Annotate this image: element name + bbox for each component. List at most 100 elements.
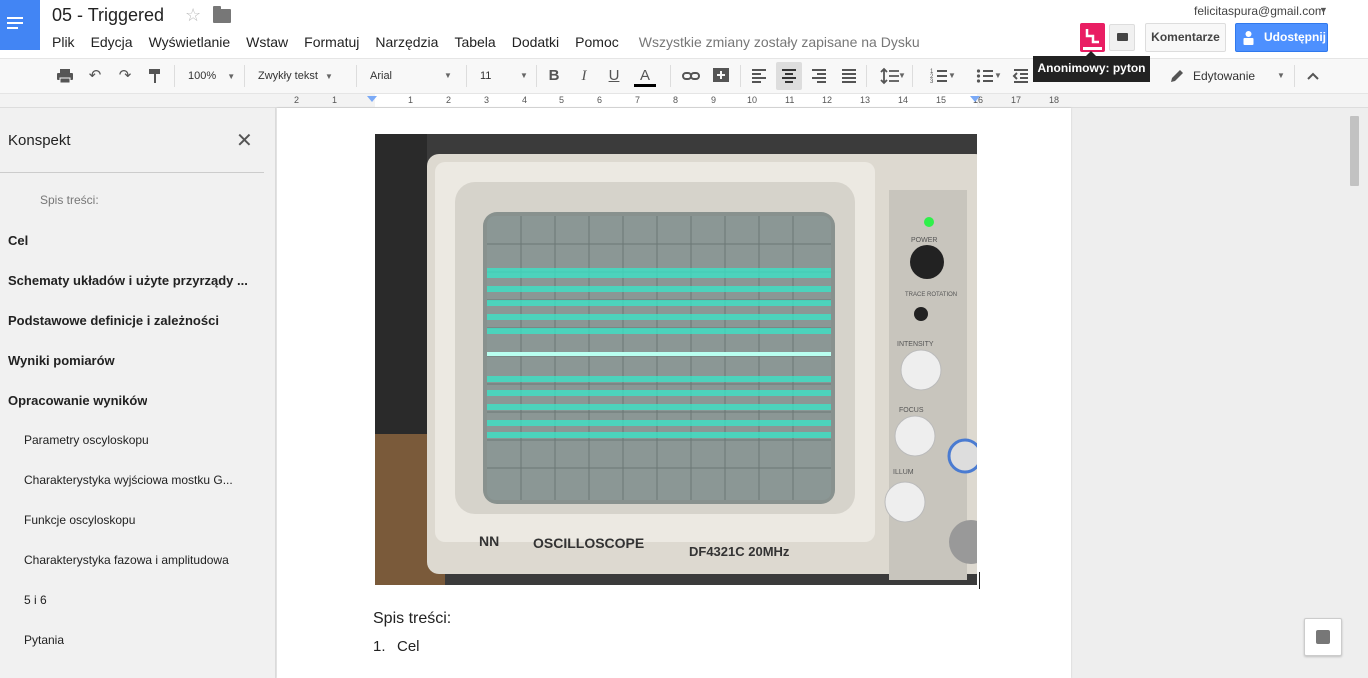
menu-view[interactable]: Wyświetlanie	[149, 34, 231, 50]
font-value: Arial	[370, 70, 393, 82]
style-select[interactable]: Zwykły tekst ▼	[258, 59, 344, 93]
ruler-number: 2	[294, 95, 300, 105]
user-email[interactable]: felicitaspura@gmail.com	[1194, 4, 1325, 18]
ruler-number: 14	[898, 95, 909, 105]
font-select[interactable]: Arial ▼	[370, 59, 454, 93]
ruler-number: 11	[785, 95, 795, 105]
document-title[interactable]: 05 - Triggered	[52, 5, 164, 26]
outline-item[interactable]: Opracowanie wyników	[8, 393, 147, 408]
menu-table[interactable]: Tabela	[454, 34, 495, 50]
outline-item[interactable]: Wyniki pomiarów	[8, 353, 115, 368]
ruler-number: 9	[711, 95, 717, 105]
oscilloscope-label: OSCILLOSCOPE	[533, 535, 644, 551]
ruler-number: 4	[522, 95, 528, 105]
close-icon[interactable]: ✕	[236, 128, 253, 153]
editor-canvas: Konspekt ✕ Spis treści: Cel Schematy ukł…	[0, 108, 1368, 678]
anonymous-user-avatar[interactable]	[1080, 23, 1105, 52]
ruler-number: 12	[822, 95, 833, 105]
outline-item[interactable]: Funkcje oscyloskopu	[24, 513, 135, 527]
numbered-list-icon[interactable]: 1 2 3 ▼	[922, 67, 956, 85]
pencil-icon	[1168, 67, 1186, 85]
bold-icon[interactable]: B	[545, 67, 563, 85]
ruler-number: 1	[408, 95, 414, 105]
folder-icon[interactable]	[213, 6, 231, 23]
insert-comment-icon[interactable]	[712, 67, 730, 85]
share-button[interactable]: Udostępnij	[1235, 23, 1328, 52]
outline-item[interactable]: 5 i 6	[24, 593, 47, 607]
underline-icon[interactable]: U	[605, 67, 623, 85]
menu-insert[interactable]: Wstaw	[246, 34, 288, 50]
panel-label-power: POWER	[911, 237, 937, 244]
align-justify-icon[interactable]	[840, 67, 858, 85]
docs-home-icon[interactable]	[0, 0, 40, 50]
decrease-indent-icon[interactable]	[1012, 67, 1030, 85]
menu-help[interactable]: Pomoc	[575, 34, 619, 50]
toc-item-label: Cel	[397, 638, 420, 655]
person-icon	[1243, 31, 1254, 45]
scrollbar-thumb[interactable]	[1350, 116, 1359, 186]
panel-label-intensity: INTENSITY	[897, 341, 934, 348]
outline-divider	[0, 172, 264, 173]
ruler-number: 7	[635, 95, 641, 105]
outline-item[interactable]: Cel	[8, 233, 28, 248]
toc-item[interactable]: 1. Cel	[373, 638, 420, 655]
print-icon[interactable]	[56, 67, 74, 85]
toc-item-number: 1.	[373, 638, 386, 655]
menu-addons[interactable]: Dodatki	[512, 34, 559, 50]
ruler-number: 17	[1011, 95, 1022, 105]
outline-item[interactable]: Charakterystyka wyjściowa mostku G...	[24, 473, 256, 487]
left-indent-marker[interactable]	[367, 96, 377, 102]
zoom-select[interactable]: 100% ▼	[188, 59, 236, 93]
ruler-number: 13	[860, 95, 871, 105]
panel-label-illum: ILLUM	[893, 469, 914, 476]
paint-format-icon[interactable]	[146, 67, 164, 85]
oscilloscope-photo[interactable]: NN OSCILLOSCOPE DF4321C 20MHz POWER TRAC…	[375, 134, 977, 585]
menu-format[interactable]: Formatuj	[304, 34, 359, 50]
ruler-number: 10	[747, 95, 758, 105]
outline-item[interactable]: Parametry oscyloskopu	[24, 433, 149, 447]
size-select[interactable]: 11 ▼	[480, 59, 528, 93]
oscilloscope-brand: NN	[479, 533, 499, 549]
ruler-number: 1	[332, 95, 338, 105]
ruler-number: 8	[673, 95, 679, 105]
oscilloscope-model: DF4321C 20MHz	[689, 544, 790, 559]
ruler-number: 6	[597, 95, 603, 105]
align-center-icon[interactable]	[776, 62, 802, 90]
document-page[interactable]: NN OSCILLOSCOPE DF4321C 20MHz POWER TRAC…	[277, 108, 1071, 678]
right-indent-marker[interactable]	[970, 96, 980, 102]
editing-mode-select[interactable]: Edytowanie ▼	[1193, 59, 1285, 93]
outline-item[interactable]: Schematy układów i użyte przyrządy ...	[8, 273, 256, 288]
bulleted-list-icon[interactable]: ▼	[968, 67, 1002, 85]
outline-item[interactable]: Spis treści:	[40, 193, 99, 207]
ruler-number: 18	[1049, 95, 1060, 105]
explore-button[interactable]	[1304, 618, 1342, 656]
outline-item[interactable]: Charakterystyka fazowa i amplitudowa	[24, 553, 229, 567]
outline-item[interactable]: Pytania	[24, 633, 64, 647]
align-left-icon[interactable]	[750, 67, 768, 85]
chevron-up-icon[interactable]	[1304, 67, 1322, 85]
toc-heading[interactable]: Spis treści:	[373, 610, 451, 628]
save-status[interactable]: Wszystkie zmiany zostały zapisane na Dys…	[639, 34, 920, 50]
comments-button[interactable]: Komentarze	[1145, 23, 1226, 52]
outline-item[interactable]: Podstawowe definicje i zależności	[8, 313, 219, 328]
share-label: Udostępnij	[1264, 30, 1326, 44]
text-cursor	[979, 572, 980, 589]
chat-button[interactable]	[1109, 24, 1135, 51]
menu-bar: Plik Edycja Wyświetlanie Wstaw Formatuj …	[52, 34, 936, 50]
italic-icon[interactable]: I	[575, 67, 593, 85]
link-icon[interactable]	[682, 67, 700, 85]
redo-icon[interactable]: ↷	[116, 67, 134, 85]
line-spacing-icon[interactable]: ▼	[874, 67, 906, 85]
star-icon[interactable]: ☆	[185, 5, 201, 26]
undo-icon[interactable]: ↶	[86, 67, 104, 85]
menu-edit[interactable]: Edycja	[91, 34, 133, 50]
zoom-value: 100%	[188, 70, 217, 82]
text-color-icon[interactable]: A	[634, 67, 656, 87]
menu-file[interactable]: Plik	[52, 34, 75, 50]
top-bar: 05 - Triggered ☆ Plik Edycja Wyświetlani…	[0, 0, 1368, 82]
menu-tools[interactable]: Narzędzia	[375, 34, 438, 50]
outline-panel: Konspekt ✕ Spis treści: Cel Schematy ukł…	[0, 108, 276, 678]
editing-mode-value: Edytowanie	[1193, 69, 1256, 83]
align-right-icon[interactable]	[810, 67, 828, 85]
account-dropdown-icon[interactable]: ▼	[1319, 5, 1328, 15]
